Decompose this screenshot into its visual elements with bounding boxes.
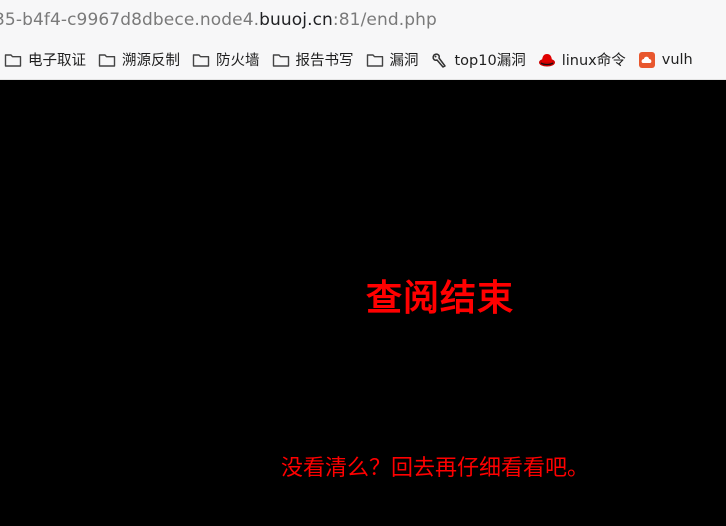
url-suffix: :81/end.php	[332, 10, 437, 30]
bookmark-label: vulh	[661, 51, 693, 68]
folder-icon	[4, 51, 22, 69]
bookmark-vulhub[interactable]: vulh	[632, 46, 699, 74]
folder-icon	[98, 51, 116, 69]
bookmark-label: 防火墙	[216, 53, 260, 69]
bookmarks-bar: 电子取证 溯源反制 防火墙 报告书写 漏洞 top10漏洞 linux命令 vu…	[0, 40, 726, 80]
folder-icon	[192, 51, 210, 69]
tool-icon	[431, 51, 449, 69]
bookmark-label: top10漏洞	[454, 53, 526, 69]
end-message: 没看清么？回去再仔细看看吧。	[280, 456, 589, 481]
bookmark-label: linux命令	[561, 53, 626, 69]
bookmark-loudong[interactable]: 漏洞	[360, 46, 425, 74]
url-host: buuoj.cn	[259, 10, 333, 30]
bookmark-fanghuoqiang[interactable]: 防火墙	[186, 46, 266, 74]
page-content: 查阅结束 没看清么？回去再仔细看看吧。	[0, 80, 726, 526]
bookmark-top10[interactable]: top10漏洞	[425, 46, 532, 74]
bookmark-label: 报告书写	[295, 53, 354, 69]
address-bar[interactable]: 35-b4f4-c9967d8dbece.node4. buuoj.cn:81/e…	[0, 0, 726, 40]
bookmark-label: 漏洞	[389, 53, 419, 69]
vulhub-icon	[638, 51, 656, 69]
bookmark-label: 溯源反制	[122, 53, 180, 69]
bookmark-dianziquzheng[interactable]: 电子取证	[0, 46, 92, 74]
browser-chrome: 35-b4f4-c9967d8dbece.node4. buuoj.cn:81/e…	[0, 0, 726, 80]
bookmark-baogaoshuxie[interactable]: 报告书写	[266, 46, 360, 74]
folder-icon	[272, 51, 290, 69]
page-title: 查阅结束	[365, 278, 514, 319]
redhat-icon	[538, 51, 556, 69]
bookmark-linux[interactable]: linux命令	[532, 46, 632, 74]
folder-icon	[366, 51, 384, 69]
bookmark-suyuanfanzhi[interactable]: 溯源反制	[92, 46, 186, 74]
bookmark-label: 电子取证	[28, 53, 86, 69]
url-prefix: 35-b4f4-c9967d8dbece.node4.	[0, 10, 260, 30]
